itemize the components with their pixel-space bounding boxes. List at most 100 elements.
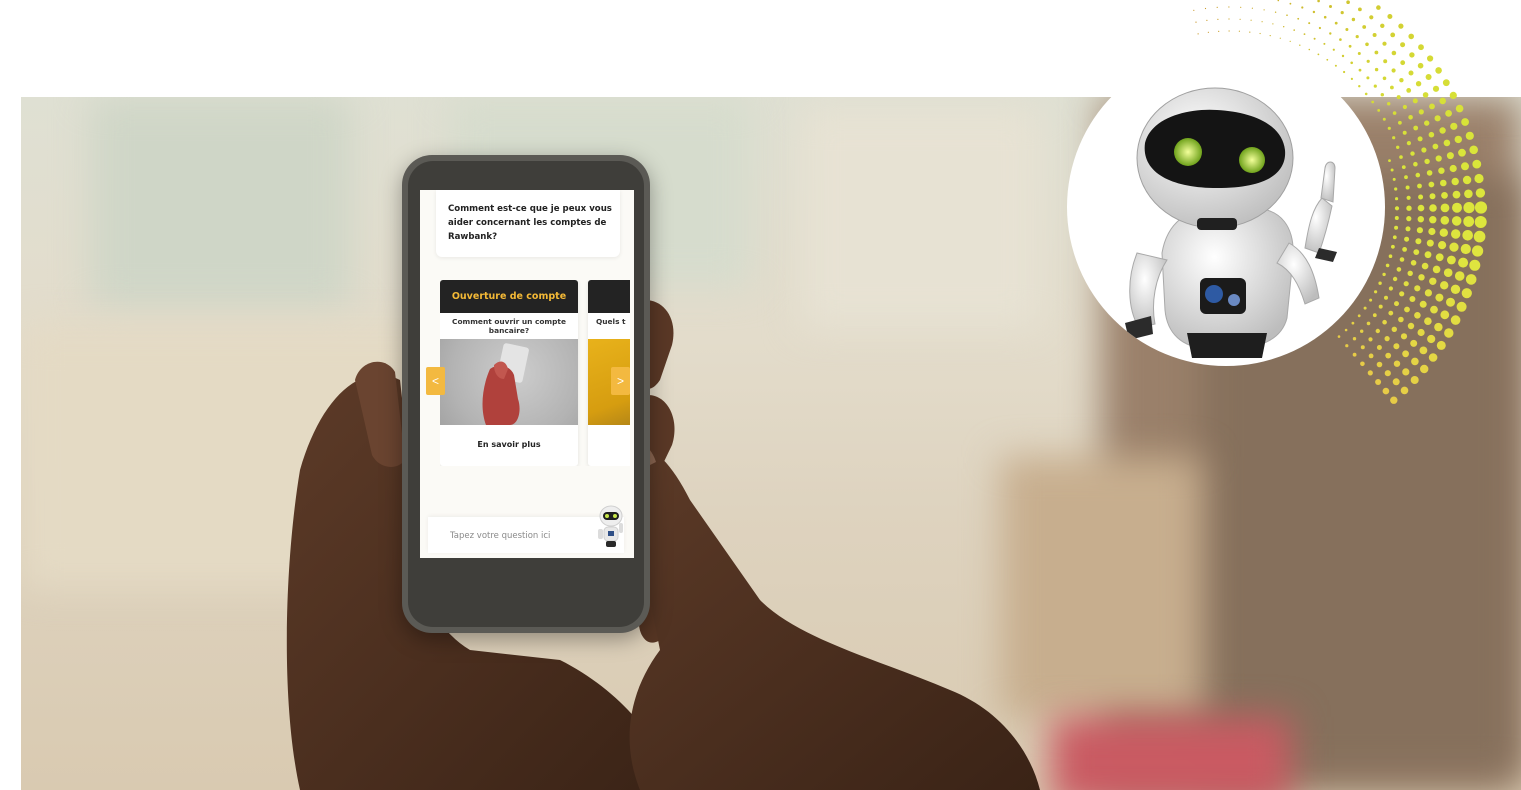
gold-dot [1429, 277, 1437, 285]
gold-dot [1239, 18, 1241, 20]
gold-dot [1451, 229, 1461, 239]
gold-dot [1337, 335, 1341, 338]
gold-dot [1439, 127, 1446, 134]
gold-dot [1394, 225, 1399, 230]
gold-dot [1323, 15, 1327, 19]
gold-dot [1462, 230, 1473, 241]
learn-more-link[interactable]: En savoir plus [440, 425, 578, 465]
gold-dot [1387, 126, 1391, 130]
gold-dot [1329, 32, 1332, 35]
gold-dot [1424, 251, 1432, 259]
gold-dot [1429, 103, 1435, 110]
carousel-next-button[interactable]: > [611, 367, 630, 395]
card-question: Quels t [596, 317, 626, 326]
gold-dot [1400, 333, 1408, 340]
gold-dot [1376, 345, 1382, 350]
robot-mascot-icon [1125, 87, 1337, 358]
gold-dot [1429, 204, 1437, 212]
gold-dot [1428, 227, 1436, 236]
gold-dot [1410, 376, 1419, 384]
gold-dot [1461, 162, 1469, 171]
gold-dot [1374, 67, 1379, 72]
chat-screen: Comment est-ce que je peux vous aider co… [420, 190, 634, 558]
gold-dot [1465, 274, 1477, 285]
gold-dot [1414, 285, 1421, 292]
gold-dot [1439, 228, 1448, 237]
gold-dot [1415, 238, 1422, 245]
gold-dot [1206, 19, 1208, 21]
gold-dot [1372, 313, 1377, 318]
gold-dot [1393, 360, 1401, 367]
gold-dot [1456, 301, 1467, 312]
gold-dot [1323, 42, 1326, 45]
gold-dot [1463, 202, 1475, 214]
gold-dot [1418, 44, 1424, 51]
gold-dot [1193, 9, 1195, 11]
gold-dot [1378, 281, 1382, 285]
gold-dot [1449, 242, 1459, 252]
gold-dot [1449, 91, 1457, 99]
gold-dot [1409, 296, 1416, 302]
gold-dot [1407, 270, 1413, 276]
gold-dot [1469, 259, 1481, 271]
gold-dot [1429, 216, 1437, 224]
gold-dot [1424, 158, 1430, 165]
gold-dot [1274, 11, 1277, 13]
gold-dot [1277, 0, 1280, 2]
gold-dot [1228, 6, 1230, 8]
gold-dot [1406, 141, 1411, 146]
gold-dot [1368, 337, 1373, 342]
gold-dot [1450, 315, 1461, 325]
gold-dot [1439, 97, 1446, 105]
question-input[interactable] [448, 527, 582, 545]
gold-dot [1451, 216, 1462, 226]
gold-dot [1405, 226, 1411, 232]
gold-dot [1460, 243, 1471, 255]
gold-dot [1332, 48, 1335, 51]
gold-dot [1388, 310, 1394, 316]
gold-dot [1426, 239, 1434, 247]
gold-dot [1407, 322, 1415, 330]
gold-dot [1399, 78, 1404, 83]
gold-dot [1317, 53, 1320, 56]
gold-dot [1351, 17, 1356, 22]
gold-dot [1401, 165, 1406, 170]
gold-dot [1350, 61, 1353, 65]
gold-dot [1432, 265, 1441, 274]
gold-dot [1444, 328, 1454, 338]
gold-dot [1450, 284, 1461, 294]
gold-dot [1357, 52, 1361, 55]
gold-dot [1341, 54, 1345, 58]
gold-dot [1343, 70, 1346, 74]
gold-dot [1440, 216, 1450, 225]
gold-dot [1339, 38, 1342, 41]
gold-dot [1442, 79, 1450, 87]
gold-dot [1318, 26, 1321, 30]
gold-dot [1410, 339, 1418, 347]
gold-dot [1293, 29, 1295, 31]
carousel-prev-button[interactable]: < [426, 367, 445, 395]
gold-dot [1474, 201, 1488, 214]
gold-dot [1364, 92, 1368, 96]
gold-dot [1427, 55, 1434, 62]
gold-dot [1249, 31, 1251, 33]
gold-dot [1440, 281, 1449, 290]
gold-dot [1383, 59, 1388, 64]
gold-dot [1374, 50, 1379, 55]
gold-dot [1382, 272, 1386, 277]
chat-prompt-text: Comment est-ce que je peux vous aider co… [448, 204, 612, 242]
gold-dot [1473, 230, 1486, 243]
learn-more-link[interactable] [588, 425, 630, 465]
gold-dot [1385, 263, 1390, 268]
question-input-bar [428, 505, 624, 553]
gold-dot [1419, 300, 1427, 308]
gold-dot [1428, 353, 1438, 362]
gold-dot [1366, 59, 1370, 63]
gold-dot [1391, 244, 1395, 249]
topic-card[interactable]: Ouverture de compte Comment ouvrir un co… [440, 280, 578, 466]
gold-dot [1452, 190, 1461, 199]
gold-dot [1432, 85, 1440, 92]
gold-dot [1375, 328, 1380, 334]
gold-dot [1228, 30, 1230, 32]
gold-dot [1406, 195, 1411, 200]
